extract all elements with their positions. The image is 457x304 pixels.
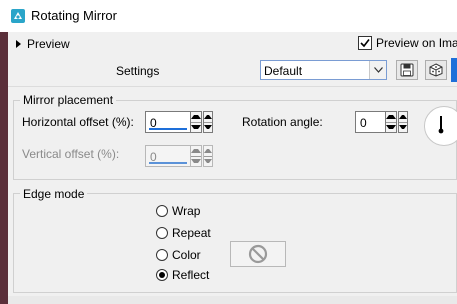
rotation-angle-spin[interactable] (386, 111, 397, 133)
arrow-up-icon (204, 114, 212, 119)
increment-button[interactable] (191, 112, 201, 122)
rotation-angle-label: Rotation angle: (242, 115, 323, 129)
step-down-button[interactable] (399, 121, 407, 133)
radio-button[interactable] (156, 227, 168, 239)
value-slider-bar (149, 128, 187, 130)
vertical-offset-step-spin (203, 145, 213, 167)
radio-button-selected[interactable] (156, 269, 168, 281)
vertical-offset-input: 0 (145, 145, 191, 167)
decrement-button[interactable] (386, 121, 396, 133)
arrow-down-icon (191, 125, 201, 130)
mirror-placement-legend: Mirror placement (20, 93, 117, 107)
horizontal-offset-stepper[interactable]: 0 (145, 111, 218, 133)
arrow-up-icon (191, 114, 201, 119)
step-down-button[interactable] (204, 121, 212, 133)
increment-button[interactable] (386, 112, 396, 122)
rotation-angle-stepper[interactable]: 0 (355, 111, 410, 133)
dial-needle-icon (438, 116, 444, 134)
dice-icon (429, 63, 443, 77)
preview-toggle-label: Preview (27, 37, 70, 51)
no-color-icon (248, 244, 268, 264)
edge-mode-option-reflect[interactable]: Reflect (156, 268, 209, 282)
horizontal-offset-label: Horizontal offset (%): (22, 115, 134, 129)
decrement-button[interactable] (191, 121, 201, 133)
preview-on-image-checkbox[interactable]: Preview on Imag (358, 36, 457, 50)
arrow-down-icon (204, 125, 212, 130)
step-up-button[interactable] (204, 112, 212, 122)
edge-mode-option-label: Color (172, 248, 201, 262)
preview-on-image-label: Preview on Imag (376, 36, 457, 50)
edge-color-swatch[interactable] (230, 241, 286, 267)
arrow-up-icon (386, 114, 396, 119)
horizontal-offset-step-spin[interactable] (203, 111, 213, 133)
rotation-dial[interactable] (424, 106, 457, 146)
edge-mode-option-repeat[interactable]: Repeat (156, 226, 211, 240)
window-title: Rotating Mirror (31, 8, 117, 23)
accent-edge (451, 58, 457, 82)
radio-button[interactable] (156, 249, 168, 261)
randomize-button[interactable] (425, 60, 447, 80)
edge-mode-option-label: Repeat (172, 226, 211, 240)
background-window-edge (0, 32, 8, 304)
rotation-angle-value: 0 (360, 116, 367, 130)
floppy-disk-icon (400, 63, 414, 77)
vertical-offset-label: Vertical offset (%): (22, 147, 120, 161)
settings-label: Settings (116, 64, 160, 78)
edge-mode-option-wrap[interactable]: Wrap (156, 204, 200, 218)
arrow-up-icon (204, 148, 212, 153)
rotation-angle-input[interactable]: 0 (355, 111, 386, 133)
rotation-angle-step-spin[interactable] (398, 111, 408, 133)
value-slider-bar (149, 162, 187, 164)
preview-toggle[interactable]: Preview (16, 37, 70, 51)
bottom-edge (8, 296, 457, 304)
edge-mode-option-label: Wrap (172, 204, 201, 218)
arrow-down-icon (191, 159, 201, 164)
arrow-down-icon (399, 125, 407, 130)
decrement-button (191, 155, 201, 167)
vertical-offset-spin (191, 145, 202, 167)
preset-dropdown[interactable]: Default (260, 60, 387, 80)
step-up-button (204, 146, 212, 156)
arrow-down-icon (204, 159, 212, 164)
edge-mode-option-color[interactable]: Color (156, 248, 201, 262)
edge-mode-option-label: Reflect (172, 268, 210, 282)
arrow-down-icon (386, 125, 396, 130)
expand-arrow-icon (16, 40, 21, 48)
save-preset-button[interactable] (396, 60, 418, 80)
section-divider (8, 86, 457, 87)
chevron-down-icon (373, 67, 383, 73)
preset-value: Default (264, 64, 303, 78)
dropdown-arrow[interactable] (369, 61, 386, 79)
increment-button (191, 146, 201, 156)
arrow-up-icon (399, 114, 407, 119)
step-up-button[interactable] (399, 112, 407, 122)
horizontal-offset-input[interactable]: 0 (145, 111, 191, 133)
checkbox-box[interactable] (358, 36, 372, 50)
edge-mode-legend: Edge mode (20, 187, 88, 201)
arrow-up-icon (191, 148, 201, 153)
vertical-offset-stepper: 0 (145, 145, 218, 167)
horizontal-offset-spin[interactable] (191, 111, 202, 133)
checkmark-icon (360, 39, 370, 48)
app-icon (11, 9, 25, 23)
step-down-button (204, 155, 212, 167)
radio-button[interactable] (156, 205, 168, 217)
